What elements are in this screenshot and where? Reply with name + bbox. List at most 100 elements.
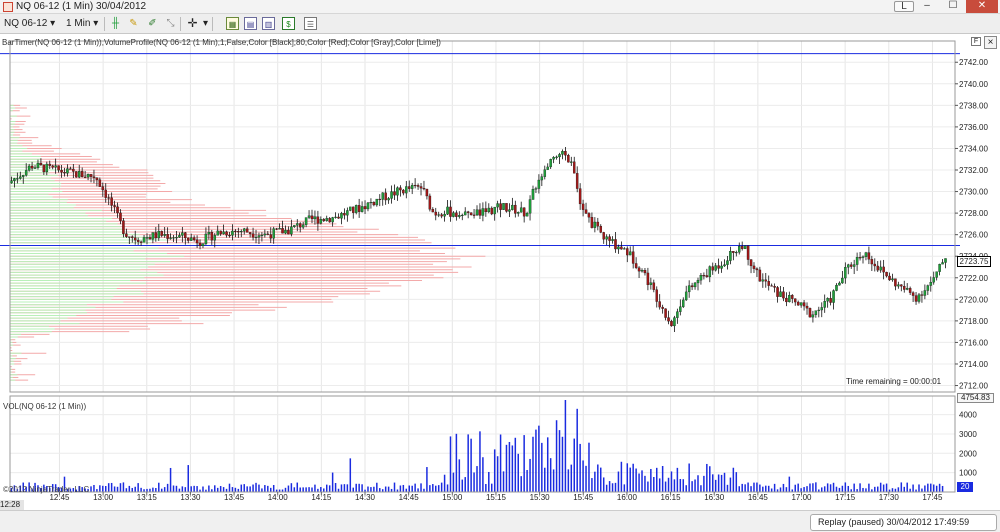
drawing-tool-icon[interactable]: ✐ — [146, 17, 159, 30]
panel-header-button[interactable]: F — [971, 37, 981, 46]
time-tick-label: 15:30 — [530, 493, 551, 502]
candle-up — [537, 179, 541, 189]
indicators-icon[interactable]: ▤ — [244, 17, 257, 30]
time-tick-label: 16:00 — [617, 493, 638, 502]
bar-type-icon[interactable]: ╫ — [109, 17, 122, 30]
candle-down — [567, 155, 570, 163]
candle-up — [240, 230, 243, 233]
candle-down — [48, 163, 52, 166]
candle-down — [643, 270, 647, 274]
candle-down — [237, 231, 240, 233]
link-button[interactable]: L — [894, 1, 914, 12]
candle-down — [873, 263, 877, 267]
candle-up — [207, 232, 211, 235]
candle-down — [749, 259, 753, 267]
candle-down — [626, 248, 629, 256]
time-tick-label: 12:45 — [49, 493, 70, 502]
candle-up — [254, 236, 258, 239]
candle-down — [425, 188, 429, 197]
pencil-icon[interactable]: ✎ — [127, 17, 140, 30]
candle-down — [900, 284, 903, 287]
chart-canvas[interactable]: 12:45 13:00 13:15 13:30 13:45 14:00 14:15 14:30… — [0, 35, 1000, 510]
order-entry-icon[interactable]: $ — [282, 17, 295, 30]
price-tick-label: 2730.00 — [959, 188, 988, 197]
candle-down — [337, 216, 340, 219]
time-tick-label: 15:15 — [486, 493, 507, 502]
candle-up — [493, 206, 496, 215]
crosshair-icon[interactable]: ✛ — [186, 17, 199, 30]
candle-down — [434, 211, 438, 216]
candle-down — [122, 220, 125, 234]
candle-down — [287, 230, 290, 235]
candle-down — [186, 237, 190, 241]
candle-up — [16, 178, 19, 180]
candle-up — [325, 218, 328, 222]
candle-up — [231, 230, 234, 236]
candle-down — [702, 275, 706, 277]
candle-down — [670, 321, 673, 327]
candle-up — [293, 225, 296, 228]
minimize-icon[interactable]: – — [914, 0, 940, 13]
candle-down — [920, 294, 924, 296]
time-tick-label: 16:45 — [748, 493, 769, 502]
candle-down — [195, 239, 199, 244]
candle-down — [752, 265, 756, 269]
candle-up — [349, 206, 352, 211]
candle-down — [867, 252, 871, 260]
price-tick-label: 2716.00 — [959, 338, 988, 347]
candle-down — [764, 279, 768, 282]
candle-down — [608, 236, 611, 241]
chevron-down-icon: ▾ — [93, 18, 99, 29]
zoom-icon[interactable]: ⤡ — [164, 17, 177, 30]
properties-icon[interactable]: ☰ — [304, 17, 317, 30]
candle-down — [584, 209, 588, 214]
instrument-selector[interactable]: NQ 06-12 ▾ — [4, 17, 55, 31]
candle-up — [307, 215, 311, 218]
maximize-icon[interactable]: ☐ — [940, 0, 966, 13]
volume-panel-label: VOL(NQ 06-12 (1 Min)) — [3, 402, 87, 411]
candle-up — [21, 175, 25, 177]
candle-up — [623, 248, 626, 250]
candle-up — [723, 264, 726, 267]
candle-down — [690, 285, 694, 288]
chart-toolbar: NQ 06-12 ▾ 1 Min ▾ ╫ ✎ ✐ ⤡ ✛ ▾ ▦ ▤ ▥ $ ☰ — [0, 14, 1000, 34]
candle-down — [791, 295, 794, 299]
candle-down — [316, 216, 320, 224]
candle-up — [823, 301, 826, 308]
candle-up — [437, 214, 440, 216]
candle-down — [796, 301, 800, 306]
close-icon[interactable]: ✕ — [966, 0, 998, 13]
candle-up — [558, 154, 561, 158]
price-tick-label: 2726.00 — [959, 231, 988, 240]
candle-up — [216, 230, 219, 236]
candle-down — [419, 186, 423, 189]
candle-down — [911, 292, 915, 296]
candle-down — [885, 271, 888, 277]
volume-tick-label: 1000 — [959, 469, 977, 478]
candle-up — [334, 216, 337, 218]
panel-close-button[interactable]: × — [984, 36, 997, 49]
time-tick-label: 13:15 — [137, 493, 158, 502]
candle-down — [133, 237, 137, 241]
candle-up — [555, 156, 558, 158]
candle-up — [77, 171, 81, 178]
candle-up — [743, 245, 747, 249]
candle-down — [652, 282, 656, 290]
candle-up — [546, 166, 549, 170]
candle-up — [935, 271, 938, 278]
candle-down — [407, 186, 411, 189]
strategies-icon[interactable]: ▥ — [262, 17, 275, 30]
candle-down — [661, 306, 664, 309]
data-box-icon[interactable]: ▦ — [226, 17, 239, 30]
candle-up — [699, 275, 703, 281]
candle-down — [372, 202, 376, 206]
candle-down — [125, 233, 128, 237]
candle-up — [304, 217, 308, 225]
chevron-down-icon[interactable]: ▾ — [199, 17, 212, 30]
interval-selector[interactable]: 1 Min ▾ — [66, 17, 98, 31]
candle-down — [128, 236, 131, 238]
candle-up — [145, 237, 149, 239]
candle-up — [496, 203, 499, 208]
candle-up — [861, 256, 865, 258]
candle-down — [499, 203, 502, 210]
